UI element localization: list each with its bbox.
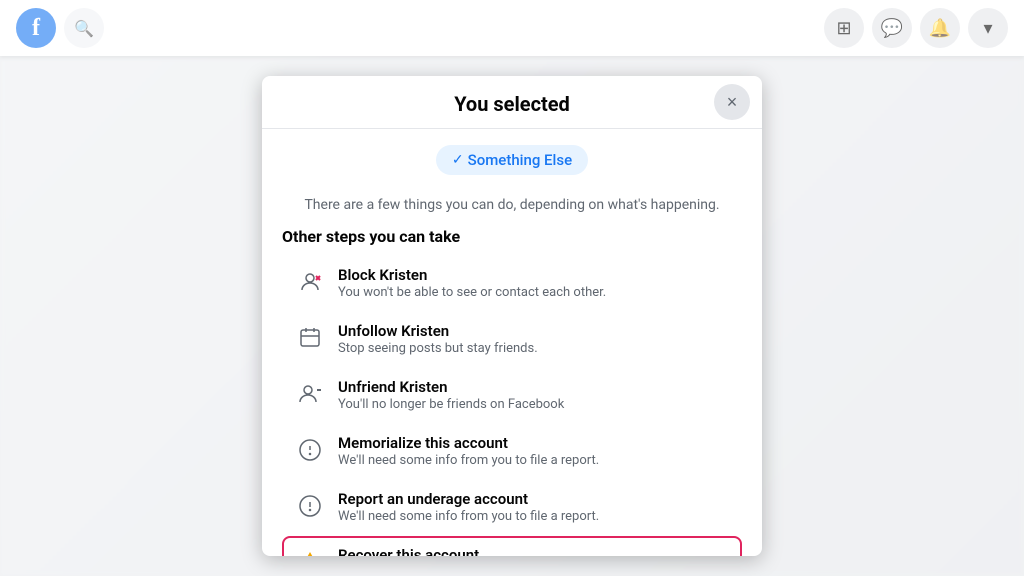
option-underage[interactable]: Report an underage account We'll need so… xyxy=(282,480,742,534)
section-title: Other steps you can take xyxy=(282,227,742,246)
option-underage-title: Report an underage account xyxy=(338,490,730,508)
option-memorialize-text: Memorialize this account We'll need some… xyxy=(338,434,730,468)
option-recover-title: Recover this account xyxy=(338,546,730,556)
unfollow-icon xyxy=(294,322,326,354)
unfriend-icon xyxy=(294,378,326,410)
checkmark-icon: ✓ xyxy=(452,152,464,168)
option-unfriend[interactable]: Unfriend Kristen You'll no longer be fri… xyxy=(282,368,742,422)
modal-title: You selected xyxy=(454,92,570,116)
options-list: Block Kristen You won't be able to see o… xyxy=(282,256,742,556)
underage-icon xyxy=(294,490,326,522)
option-memorialize[interactable]: Memorialize this account We'll need some… xyxy=(282,424,742,478)
option-block-desc: You won't be able to see or contact each… xyxy=(338,285,730,300)
option-recover-text: Recover this account Log out and start t… xyxy=(338,546,730,556)
option-underage-desc: We'll need some info from you to file a … xyxy=(338,509,730,524)
modal-subtitle: There are a few things you can do, depen… xyxy=(282,197,742,213)
option-unfollow-text: Unfollow Kristen Stop seeing posts but s… xyxy=(338,322,730,356)
warning-icon xyxy=(294,546,326,556)
option-memorialize-desc: We'll need some info from you to file a … xyxy=(338,453,730,468)
option-unfollow[interactable]: Unfollow Kristen Stop seeing posts but s… xyxy=(282,312,742,366)
option-underage-text: Report an underage account We'll need so… xyxy=(338,490,730,524)
option-unfollow-desc: Stop seeing posts but stay friends. xyxy=(338,341,730,356)
modal-body: ✓ Something Else There are a few things … xyxy=(262,129,762,556)
close-button[interactable]: × xyxy=(714,84,750,120)
modal-backdrop: You selected × ✓ Something Else There ar… xyxy=(0,56,1024,576)
modal-header: You selected × xyxy=(262,76,762,129)
option-block-title: Block Kristen xyxy=(338,266,730,284)
option-recover[interactable]: Recover this account Log out and start t… xyxy=(282,536,742,556)
memorialize-icon xyxy=(294,434,326,466)
selected-badge: ✓ Something Else xyxy=(436,145,588,175)
modal-dialog: You selected × ✓ Something Else There ar… xyxy=(262,76,762,556)
option-block-text: Block Kristen You won't be able to see o… xyxy=(338,266,730,300)
option-unfollow-title: Unfollow Kristen xyxy=(338,322,730,340)
block-icon xyxy=(294,266,326,298)
option-unfriend-desc: You'll no longer be friends on Facebook xyxy=(338,397,730,412)
selected-label: Something Else xyxy=(468,151,572,169)
option-memorialize-title: Memorialize this account xyxy=(338,434,730,452)
option-block[interactable]: Block Kristen You won't be able to see o… xyxy=(282,256,742,310)
option-unfriend-text: Unfriend Kristen You'll no longer be fri… xyxy=(338,378,730,412)
option-unfriend-title: Unfriend Kristen xyxy=(338,378,730,396)
